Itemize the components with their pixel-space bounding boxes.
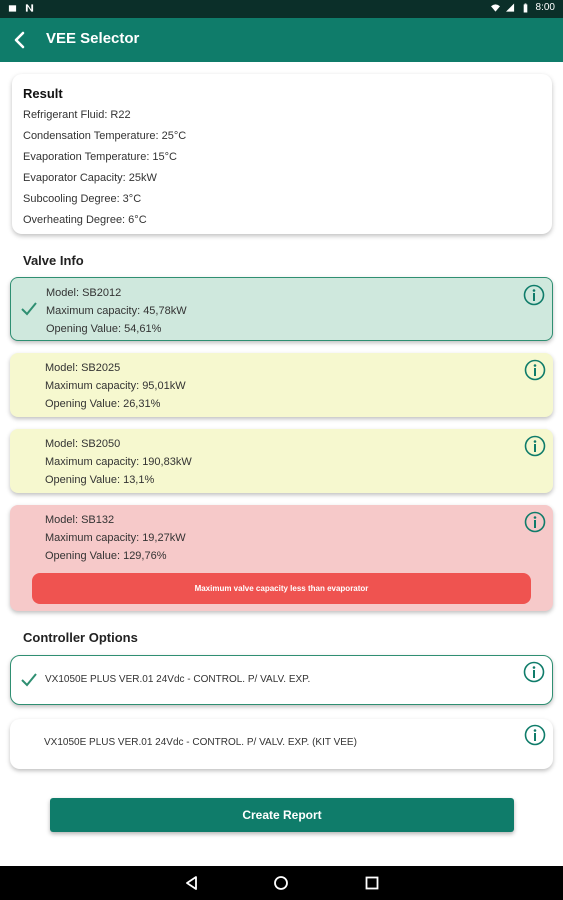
result-title: Result xyxy=(23,86,63,101)
status-time: 8:00 xyxy=(535,2,555,13)
n-notification-icon xyxy=(25,4,34,12)
controller-option-1[interactable]: VX1050E PLUS VER.01 24Vdc - CONTROL. P/ … xyxy=(10,655,553,705)
valve-card-sb2012[interactable]: Model: SB2012 Maximum capacity: 45,78kW … xyxy=(10,277,553,341)
check-icon xyxy=(21,302,37,316)
valve-capacity: Maximum capacity: 95,01kW xyxy=(45,380,186,392)
result-subcooling: Subcooling Degree: 3°C xyxy=(23,193,142,205)
result-overheating: Overheating Degree: 6°C xyxy=(23,214,147,226)
valve-opening: Opening Value: 13,1% xyxy=(45,474,155,486)
valve-model: Model: SB132 xyxy=(45,514,115,526)
info-icon[interactable] xyxy=(524,359,546,381)
valve-card-sb2025[interactable]: Model: SB2025 Maximum capacity: 95,01kW … xyxy=(10,353,553,417)
valve-capacity: Maximum capacity: 45,78kW xyxy=(46,305,187,317)
result-evaporation-temp: Evaporation Temperature: 15°C xyxy=(23,151,178,163)
valve-opening: Opening Value: 129,76% xyxy=(45,550,167,562)
valve-model: Model: SB2025 xyxy=(45,362,121,374)
result-refrigerant: Refrigerant Fluid: R22 xyxy=(23,109,131,121)
capacity-warning-banner: Maximum valve capacity less than evapora… xyxy=(32,573,531,604)
info-icon[interactable] xyxy=(524,724,546,746)
nav-recents-icon[interactable] xyxy=(363,874,381,892)
back-arrow-icon xyxy=(14,31,25,49)
info-icon[interactable] xyxy=(523,661,545,683)
wifi-icon xyxy=(490,3,500,12)
notification-icon xyxy=(8,5,17,12)
valve-model: Model: SB2012 xyxy=(46,287,122,299)
controller-option-label: VX1050E PLUS VER.01 24Vdc - CONTROL. P/ … xyxy=(45,674,311,685)
valve-model: Model: SB2050 xyxy=(45,438,121,450)
signal-icon xyxy=(505,3,514,12)
info-icon[interactable] xyxy=(523,284,545,306)
system-nav-bar xyxy=(0,866,563,900)
info-icon[interactable] xyxy=(524,511,546,533)
valve-card-sb2050[interactable]: Model: SB2050 Maximum capacity: 190,83kW… xyxy=(10,429,553,493)
app-bar: VEE Selector xyxy=(0,18,563,62)
create-report-button[interactable]: Create Report xyxy=(50,798,514,832)
back-button[interactable] xyxy=(6,26,34,54)
result-condensation-temp: Condensation Temperature: 25°C xyxy=(23,130,187,142)
valve-info-heading: Valve Info xyxy=(23,253,84,268)
nav-back-icon[interactable] xyxy=(183,874,201,892)
controller-option-label: VX1050E PLUS VER.01 24Vdc - CONTROL. P/ … xyxy=(44,737,357,748)
valve-capacity: Maximum capacity: 190,83kW xyxy=(45,456,192,468)
result-card: Result Refrigerant Fluid: R22 Condensati… xyxy=(12,74,552,234)
page-title: VEE Selector xyxy=(46,30,140,47)
info-icon[interactable] xyxy=(524,435,546,457)
controller-option-2[interactable]: VX1050E PLUS VER.01 24Vdc - CONTROL. P/ … xyxy=(10,719,553,769)
status-bar: 8:00 xyxy=(0,0,563,18)
controller-options-heading: Controller Options xyxy=(23,630,138,645)
result-evaporator-capacity: Evaporator Capacity: 25kW xyxy=(23,172,157,184)
valve-capacity: Maximum capacity: 19,27kW xyxy=(45,532,186,544)
check-icon xyxy=(21,673,37,687)
battery-icon xyxy=(523,3,527,13)
valve-opening: Opening Value: 26,31% xyxy=(45,398,161,410)
valve-card-sb132[interactable]: Model: SB132 Maximum capacity: 19,27kW O… xyxy=(10,505,553,611)
valve-opening: Opening Value: 54,61% xyxy=(46,323,162,335)
nav-home-icon[interactable] xyxy=(272,874,290,892)
